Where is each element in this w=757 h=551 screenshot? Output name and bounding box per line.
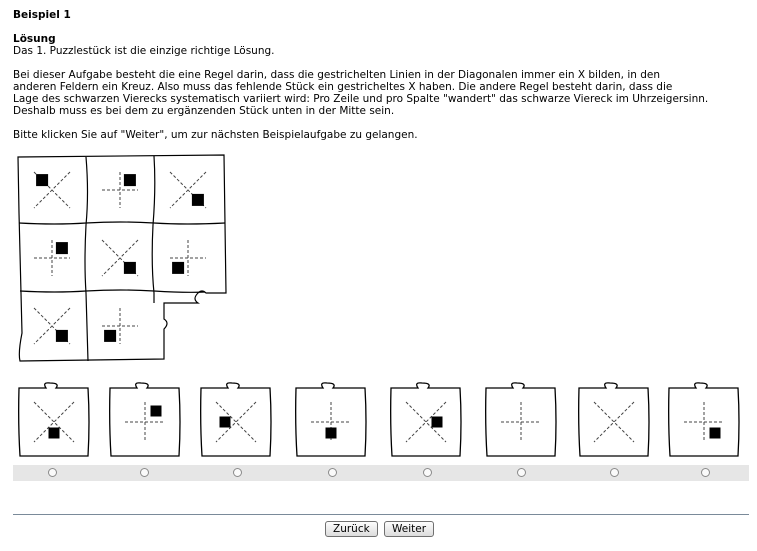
puzzle-piece-outline <box>200 382 272 457</box>
explanation-line: anderen Feldern ein Kreuz. Also muss das… <box>13 81 673 93</box>
option-7-piece[interactable] <box>576 382 652 458</box>
option-1-radio[interactable] <box>48 468 57 477</box>
matrix-cell-r2c2 <box>101 239 139 277</box>
option-2-piece[interactable] <box>107 382 183 458</box>
matrix-cell-r3c1 <box>33 307 71 345</box>
black-square <box>36 174 49 187</box>
matrix-cell-r2c3 <box>170 240 206 276</box>
black-square <box>55 242 68 255</box>
black-square <box>123 261 136 274</box>
black-square <box>104 329 117 342</box>
option-3-piece[interactable] <box>198 382 274 458</box>
matrix-cell-r1c1 <box>33 171 71 209</box>
option-8-piece[interactable] <box>666 382 742 458</box>
next-button[interactable]: Weiter <box>384 521 435 537</box>
matrix-line <box>84 156 89 362</box>
option-8-radio[interactable] <box>701 468 710 477</box>
black-square <box>150 405 162 417</box>
matrix-line <box>151 155 156 303</box>
matrix-line <box>19 289 206 293</box>
black-square <box>191 193 204 206</box>
puzzle-piece-outline <box>390 382 462 457</box>
option-2-radio[interactable] <box>140 468 149 477</box>
instruction-text: Bitte klicken Sie auf "Weiter", um zur n… <box>13 129 418 141</box>
puzzle-piece-outline <box>578 382 650 457</box>
matrix-cell-r1c2 <box>102 172 138 208</box>
back-button[interactable]: Zurück <box>325 521 378 537</box>
explanation-line: Lage des schwarzen Vierecks systematisch… <box>13 93 709 105</box>
option-3-radio[interactable] <box>233 468 242 477</box>
option-6-piece[interactable] <box>483 382 559 458</box>
solution-label: Lösung <box>13 33 56 45</box>
black-square <box>55 329 68 342</box>
puzzle-piece-outline <box>18 382 90 457</box>
black-square <box>48 427 60 439</box>
black-square <box>431 416 443 428</box>
option-4-piece[interactable] <box>293 382 369 458</box>
explanation-line: Bei dieser Aufgabe besteht die eine Rege… <box>13 69 661 81</box>
explanation-line: Deshalb muss es bei dem zu ergänzenden S… <box>13 105 395 117</box>
option-5-piece[interactable] <box>388 382 464 458</box>
black-square <box>325 427 337 439</box>
puzzle-matrix <box>17 154 227 362</box>
matrix-cell-r1c3 <box>169 171 207 209</box>
solution-text: Das 1. Puzzlestück ist die einzige richt… <box>13 45 275 57</box>
black-square <box>219 416 231 428</box>
matrix-cell-r3c2 <box>102 308 138 344</box>
matrix-cell-r2c1 <box>34 240 70 276</box>
black-square <box>709 427 721 439</box>
black-square <box>123 174 136 187</box>
option-7-radio[interactable] <box>610 468 619 477</box>
black-square <box>172 261 185 274</box>
option-1-piece[interactable] <box>16 382 92 458</box>
option-5-radio[interactable] <box>423 468 432 477</box>
option-6-radio[interactable] <box>517 468 526 477</box>
answer-radio-row <box>13 465 749 481</box>
page-title: Beispiel 1 <box>13 9 71 21</box>
divider <box>13 514 749 515</box>
option-4-radio[interactable] <box>328 468 337 477</box>
matrix-line <box>18 221 226 225</box>
